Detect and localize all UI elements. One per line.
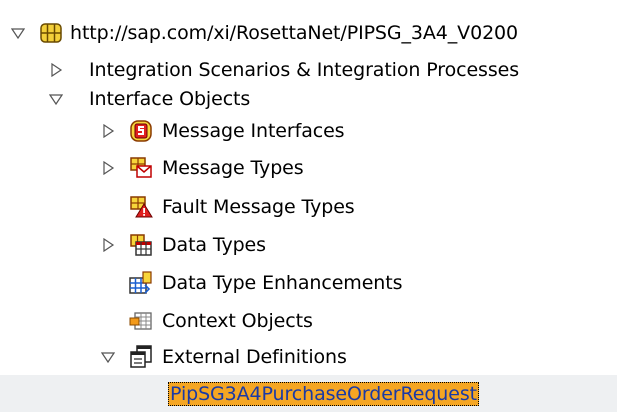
repository-tree: http://sap.com/xi/RosettaNet/PIPSG_3A4_V…	[0, 0, 617, 412]
data-type-icon	[128, 232, 154, 258]
message-type-icon	[128, 155, 154, 181]
tree-node-data-types[interactable]: Data Types	[0, 226, 617, 263]
tree-node-fault-message-types[interactable]: Fault Message Types	[0, 188, 617, 225]
tree-node-external-definitions[interactable]: External Definitions	[0, 338, 617, 375]
tree-node-namespace[interactable]: http://sap.com/xi/RosettaNet/PIPSG_3A4_V…	[0, 14, 617, 51]
collapse-triangle-icon[interactable]	[48, 91, 64, 107]
data-type-enhancements-label: Data Type Enhancements	[162, 271, 403, 294]
external-definitions-label: External Definitions	[162, 345, 347, 368]
data-types-label: Data Types	[162, 233, 266, 256]
expand-triangle-icon[interactable]	[48, 62, 64, 78]
tree-node-context-objects[interactable]: Context Objects	[0, 302, 617, 339]
expand-triangle-icon[interactable]	[100, 237, 116, 253]
integration-scenarios-label: Integration Scenarios & Integration Proc…	[89, 58, 520, 81]
message-interfaces-label: Message Interfaces	[162, 119, 345, 142]
selected-item-label[interactable]: PipSG3A4PurchaseOrderRequest	[168, 381, 479, 406]
tree-node-message-types[interactable]: Message Types	[0, 149, 617, 186]
data-type-enhancement-icon	[128, 270, 154, 296]
tree-node-data-type-enhancements[interactable]: Data Type Enhancements	[0, 264, 617, 301]
tree-node-message-interfaces[interactable]: Message Interfaces	[0, 112, 617, 149]
expand-triangle-icon[interactable]	[100, 123, 116, 139]
external-definition-icon	[128, 344, 154, 370]
context-objects-label: Context Objects	[162, 309, 313, 332]
tree-node-purchase-order-request[interactable]: PipSG3A4PurchaseOrderRequest	[0, 375, 617, 412]
collapse-triangle-icon[interactable]	[100, 349, 116, 365]
namespace-icon	[38, 20, 64, 46]
message-types-label: Message Types	[162, 156, 304, 179]
fault-message-types-label: Fault Message Types	[162, 195, 355, 218]
fault-message-type-icon	[128, 194, 154, 220]
message-interface-icon	[128, 118, 154, 144]
collapse-triangle-icon[interactable]	[10, 25, 26, 41]
interface-objects-label: Interface Objects	[89, 87, 251, 110]
namespace-label: http://sap.com/xi/RosettaNet/PIPSG_3A4_V…	[70, 21, 519, 44]
expand-triangle-icon[interactable]	[100, 160, 116, 176]
context-object-icon	[128, 308, 154, 334]
